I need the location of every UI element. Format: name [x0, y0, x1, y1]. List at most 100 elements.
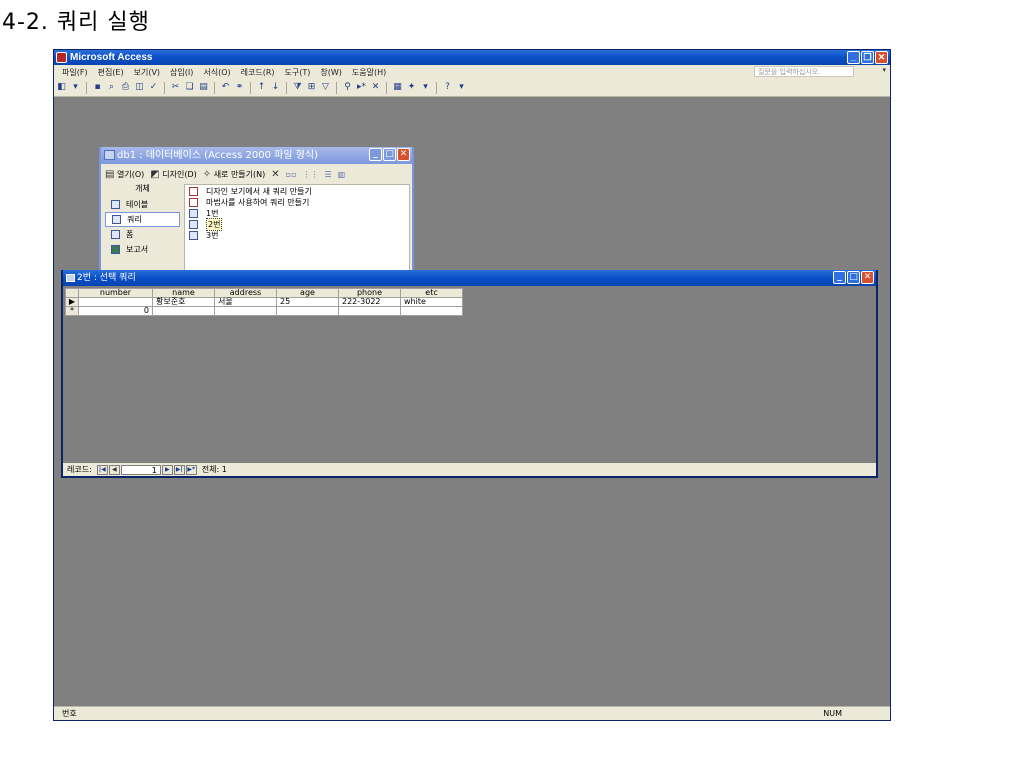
close-icon[interactable]: ✕ — [397, 148, 410, 161]
menu-item[interactable]: 도움말(H) — [352, 67, 386, 78]
list-item-label: 디자인 보기에서 새 쿼리 만들기 — [206, 187, 312, 196]
delete-icon[interactable]: ✕ — [271, 169, 279, 180]
cell-age[interactable] — [276, 306, 339, 316]
minimize-icon[interactable]: _ — [369, 148, 382, 161]
delete-record-icon[interactable]: ✕ — [370, 82, 381, 93]
query-icon — [189, 220, 198, 229]
menu-item[interactable]: 서식(O) — [203, 67, 230, 78]
list-item-label: 마법사를 사용하여 쿼리 만들기 — [206, 198, 310, 207]
app-window-controls: _ ❐ ✕ — [847, 51, 888, 64]
access-main-window: Microsoft Access _ ❐ ✕ 파일(F) 편집(E) 보기(V) 삽입… — [53, 49, 891, 721]
help-question-box[interactable]: 질문을 입력하십시오. — [754, 66, 854, 77]
cell-phone[interactable]: 222-3022 — [338, 297, 401, 307]
toolbar-options-icon[interactable]: ▾ — [456, 82, 467, 93]
record-navigation-bar: 레코드: |◀ ◀ 1 ▶ ▶| ▶* 전체: 1 — [63, 463, 876, 476]
minimize-icon[interactable]: _ — [847, 51, 860, 64]
design-button[interactable]: ◩ 디자인(D) — [150, 169, 196, 180]
last-record-icon[interactable]: ▶| — [173, 464, 185, 475]
sort-descending-icon[interactable]: ↓ — [270, 82, 281, 93]
menu-item[interactable]: 레코드(R) — [241, 67, 275, 78]
object-queries[interactable]: 쿼리 — [105, 212, 180, 227]
new-object-icon[interactable]: ✦ — [406, 82, 417, 93]
app-title-bar: Microsoft Access _ ❐ ✕ — [54, 50, 890, 65]
close-icon[interactable]: ✕ — [861, 271, 874, 284]
restore-icon[interactable]: ❐ — [861, 51, 874, 64]
view-dropdown-icon[interactable]: ▾ — [70, 82, 81, 93]
current-record-field[interactable]: 1 — [120, 464, 161, 475]
large-icons-icon[interactable]: ▫▫ — [286, 170, 297, 179]
database-window-icon[interactable]: ▦ — [392, 82, 403, 93]
cell-address[interactable]: 서울 — [214, 297, 277, 307]
cell-etc[interactable] — [400, 306, 463, 316]
find-icon[interactable]: ⚲ — [342, 82, 353, 93]
apply-filter-icon[interactable]: ▽ — [320, 82, 331, 93]
cell-etc[interactable]: white — [400, 297, 463, 307]
next-record-icon[interactable]: ▶ — [161, 464, 173, 475]
menu-item[interactable]: 보기(V) — [134, 67, 160, 78]
cell-phone[interactable] — [338, 306, 401, 316]
print-icon[interactable]: ⎙ — [120, 82, 131, 93]
toolbar-separator — [214, 81, 215, 94]
toolbar-separator — [86, 81, 87, 94]
hyperlink-icon[interactable]: ⚭ — [234, 82, 245, 93]
details-view-icon[interactable]: ▥ — [338, 170, 346, 179]
help-icon[interactable]: ? — [442, 82, 453, 93]
paste-icon[interactable]: ▤ — [198, 82, 209, 93]
sort-ascending-icon[interactable]: ↑ — [256, 82, 267, 93]
small-icons-icon[interactable]: ⋮⋮ — [303, 170, 319, 179]
list-item-query-2[interactable]: 2번 — [189, 218, 405, 231]
maximize-icon[interactable]: □ — [847, 271, 860, 284]
open-button[interactable]: ▤ 열기(O) — [105, 169, 144, 180]
new-button[interactable]: ✧ 새로 만들기(N) — [203, 169, 266, 180]
cell-number[interactable]: 0 — [78, 306, 153, 316]
object-reports[interactable]: 보고서 — [105, 242, 180, 257]
cell-name[interactable]: 황보준호 — [152, 297, 215, 307]
maximize-icon[interactable]: □ — [383, 148, 396, 161]
search-file-icon[interactable]: ⌕ — [106, 82, 117, 93]
new-record-icon[interactable]: ▸* — [356, 82, 367, 93]
menu-item[interactable]: 도구(T) — [285, 67, 311, 78]
object-tables[interactable]: 테이블 — [105, 197, 180, 212]
copy-icon[interactable]: ❏ — [184, 82, 195, 93]
view-icon[interactable]: ◧ — [56, 82, 67, 93]
filter-by-form-icon[interactable]: ⊞ — [306, 82, 317, 93]
cut-icon[interactable]: ✂ — [170, 82, 181, 93]
design-label: 디자인(D) — [162, 169, 197, 179]
menu-item[interactable]: 편집(E) — [98, 67, 124, 78]
menu-item[interactable]: 삽입(I) — [170, 67, 193, 78]
cell-name[interactable] — [152, 306, 215, 316]
wizard-icon — [189, 187, 198, 196]
print-preview-icon[interactable]: ◫ — [134, 82, 145, 93]
list-item-design-new[interactable]: 디자인 보기에서 새 쿼리 만들기 — [189, 186, 405, 197]
cell-number[interactable] — [78, 297, 153, 307]
minimize-icon[interactable]: _ — [833, 271, 846, 284]
record-selector[interactable]: * — [65, 306, 79, 316]
cell-address[interactable] — [214, 306, 277, 316]
menu-item[interactable]: 파일(F) — [62, 67, 88, 78]
help-dropdown-icon[interactable]: ▾ — [882, 66, 886, 74]
cell-age[interactable]: 25 — [276, 297, 339, 307]
list-item-wizard-new[interactable]: 마법사를 사용하여 쿼리 만들기 — [189, 197, 405, 208]
menu-item[interactable]: 창(W) — [320, 67, 342, 78]
column-header[interactable]: number — [78, 288, 153, 298]
first-record-icon[interactable]: |◀ — [96, 464, 108, 475]
toolbar-separator — [386, 81, 387, 94]
list-item-query-3[interactable]: 3번 — [189, 230, 405, 241]
filter-by-selection-icon[interactable]: ⧩ — [292, 82, 303, 93]
new-record-nav-icon[interactable]: ▶* — [185, 464, 197, 475]
spelling-icon[interactable]: ✓ — [148, 82, 159, 93]
previous-record-icon[interactable]: ◀ — [108, 464, 120, 475]
form-icon — [111, 230, 120, 239]
undo-icon[interactable]: ↶ — [220, 82, 231, 93]
design-icon: ◩ — [150, 168, 160, 180]
query-title: 2번 : 선택 쿼리 — [77, 273, 136, 283]
list-view-icon[interactable]: ☰ — [325, 170, 332, 179]
object-forms[interactable]: 폼 — [105, 227, 180, 242]
page-heading: 4-2. 쿼리 실행 — [2, 10, 150, 35]
new-object-dropdown-icon[interactable]: ▾ — [420, 82, 431, 93]
close-icon[interactable]: ✕ — [875, 51, 888, 64]
list-item-label: 3번 — [206, 231, 219, 240]
db-window-controls: _ □ ✕ — [369, 148, 410, 161]
save-icon[interactable]: ▪ — [92, 82, 103, 93]
table-row: ▶ 황보준호 서울 25 222-3022 white — [65, 297, 463, 307]
